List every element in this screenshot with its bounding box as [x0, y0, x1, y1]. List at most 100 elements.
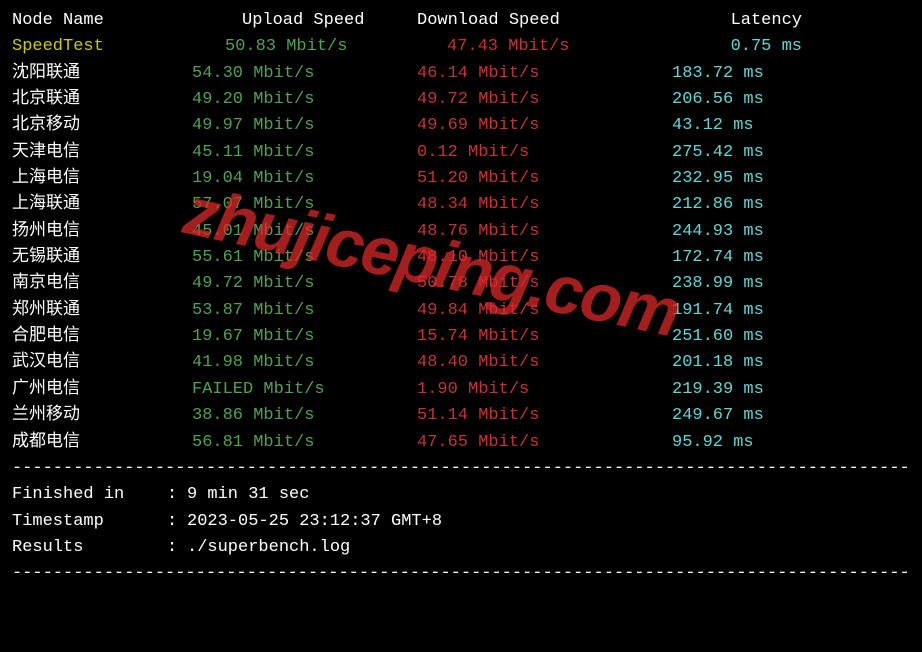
node-name: 天津电信: [12, 140, 192, 166]
upload-speed: 53.87 Mbit/s: [192, 298, 417, 324]
table-row: 扬州电信45.01 Mbit/s48.76 Mbit/s244.93 ms: [12, 219, 910, 245]
table-row: 天津电信45.11 Mbit/s0.12 Mbit/s275.42 ms: [12, 140, 910, 166]
table-row: 上海联通57.07 Mbit/s48.34 Mbit/s212.86 ms: [12, 192, 910, 218]
node-name: 无锡联通: [12, 245, 192, 271]
results-value: ./superbench.log: [187, 535, 350, 561]
download-speed: 51.20 Mbit/s: [417, 166, 672, 192]
latency: 183.72 ms: [672, 61, 812, 87]
upload-speed: 49.97 Mbit/s: [192, 113, 417, 139]
upload-speed: FAILED Mbit/s: [192, 377, 417, 403]
colon: :: [167, 482, 187, 508]
results-label: Results: [12, 535, 167, 561]
table-row: 南京电信49.72 Mbit/s50.78 Mbit/s238.99 ms: [12, 271, 910, 297]
node-name: 成都电信: [12, 430, 192, 456]
table-row: 合肥电信19.67 Mbit/s15.74 Mbit/s251.60 ms: [12, 324, 910, 350]
header-latency: Latency: [672, 8, 812, 34]
node-name: 上海电信: [12, 166, 192, 192]
node-name: 合肥电信: [12, 324, 192, 350]
header-node-name: Node Name: [12, 8, 192, 34]
download-speed: 48.76 Mbit/s: [417, 219, 672, 245]
node-name: 北京移动: [12, 113, 192, 139]
upload-speed: 49.72 Mbit/s: [192, 271, 417, 297]
latency: 191.74 ms: [672, 298, 812, 324]
upload-speed: 56.81 Mbit/s: [192, 430, 417, 456]
download-speed: 0.12 Mbit/s: [417, 140, 672, 166]
latency: 201.18 ms: [672, 350, 812, 376]
latency: 212.86 ms: [672, 192, 812, 218]
table-row: 北京移动49.97 Mbit/s49.69 Mbit/s43.12 ms: [12, 113, 910, 139]
node-name: 郑州联通: [12, 298, 192, 324]
timestamp-label: Timestamp: [12, 509, 167, 535]
colon: :: [167, 509, 187, 535]
upload-speed: 45.01 Mbit/s: [192, 219, 417, 245]
node-name: 兰州移动: [12, 403, 192, 429]
table-row: 武汉电信41.98 Mbit/s48.40 Mbit/s201.18 ms: [12, 350, 910, 376]
speedtest-row: SpeedTest 50.83 Mbit/s 47.43 Mbit/s 0.75…: [12, 34, 910, 60]
latency: 275.42 ms: [672, 140, 812, 166]
finished-value: 9 min 31 sec: [187, 482, 309, 508]
footer-finished: Finished in : 9 min 31 sec: [12, 482, 910, 508]
table-row: 广州电信FAILED Mbit/s1.90 Mbit/s219.39 ms: [12, 377, 910, 403]
upload-speed: 49.20 Mbit/s: [192, 87, 417, 113]
download-speed: 49.84 Mbit/s: [417, 298, 672, 324]
download-speed: 46.14 Mbit/s: [417, 61, 672, 87]
latency: 219.39 ms: [672, 377, 812, 403]
divider: ----------------------------------------…: [12, 456, 910, 482]
latency: 43.12 ms: [672, 113, 812, 139]
node-name: 上海联通: [12, 192, 192, 218]
node-name: 武汉电信: [12, 350, 192, 376]
divider: ----------------------------------------…: [12, 561, 910, 587]
footer-timestamp: Timestamp : 2023-05-25 23:12:37 GMT+8: [12, 509, 910, 535]
node-name: 北京联通: [12, 87, 192, 113]
speedtest-upload: 50.83 Mbit/s: [192, 34, 417, 60]
colon: :: [167, 535, 187, 561]
header-download: Download Speed: [417, 8, 672, 34]
node-name: 扬州电信: [12, 219, 192, 245]
node-name: 南京电信: [12, 271, 192, 297]
table-row: 上海电信19.04 Mbit/s51.20 Mbit/s232.95 ms: [12, 166, 910, 192]
table-row: 成都电信56.81 Mbit/s47.65 Mbit/s95.92 ms: [12, 430, 910, 456]
speedtest-latency: 0.75 ms: [672, 34, 812, 60]
footer: Finished in : 9 min 31 sec Timestamp : 2…: [12, 482, 910, 561]
timestamp-value: 2023-05-25 23:12:37 GMT+8: [187, 509, 442, 535]
download-speed: 51.14 Mbit/s: [417, 403, 672, 429]
latency: 238.99 ms: [672, 271, 812, 297]
table-row: 兰州移动38.86 Mbit/s51.14 Mbit/s249.67 ms: [12, 403, 910, 429]
upload-speed: 54.30 Mbit/s: [192, 61, 417, 87]
data-rows: 沈阳联通54.30 Mbit/s46.14 Mbit/s183.72 ms北京联…: [12, 61, 910, 456]
upload-speed: 19.67 Mbit/s: [192, 324, 417, 350]
latency: 244.93 ms: [672, 219, 812, 245]
download-speed: 15.74 Mbit/s: [417, 324, 672, 350]
download-speed: 50.78 Mbit/s: [417, 271, 672, 297]
footer-results: Results : ./superbench.log: [12, 535, 910, 561]
table-header: Node Name Upload Speed Download Speed La…: [12, 8, 910, 34]
table-row: 无锡联通55.61 Mbit/s48.10 Mbit/s172.74 ms: [12, 245, 910, 271]
upload-speed: 41.98 Mbit/s: [192, 350, 417, 376]
download-speed: 48.40 Mbit/s: [417, 350, 672, 376]
speedtest-download: 47.43 Mbit/s: [417, 34, 672, 60]
download-speed: 49.72 Mbit/s: [417, 87, 672, 113]
download-speed: 49.69 Mbit/s: [417, 113, 672, 139]
node-name: 沈阳联通: [12, 61, 192, 87]
upload-speed: 57.07 Mbit/s: [192, 192, 417, 218]
latency: 249.67 ms: [672, 403, 812, 429]
download-speed: 47.65 Mbit/s: [417, 430, 672, 456]
download-speed: 1.90 Mbit/s: [417, 377, 672, 403]
upload-speed: 55.61 Mbit/s: [192, 245, 417, 271]
table-row: 北京联通49.20 Mbit/s49.72 Mbit/s206.56 ms: [12, 87, 910, 113]
download-speed: 48.10 Mbit/s: [417, 245, 672, 271]
latency: 251.60 ms: [672, 324, 812, 350]
latency: 95.92 ms: [672, 430, 812, 456]
upload-speed: 38.86 Mbit/s: [192, 403, 417, 429]
upload-speed: 19.04 Mbit/s: [192, 166, 417, 192]
latency: 172.74 ms: [672, 245, 812, 271]
upload-speed: 45.11 Mbit/s: [192, 140, 417, 166]
download-speed: 48.34 Mbit/s: [417, 192, 672, 218]
finished-label: Finished in: [12, 482, 167, 508]
header-upload: Upload Speed: [192, 8, 417, 34]
table-row: 郑州联通53.87 Mbit/s49.84 Mbit/s191.74 ms: [12, 298, 910, 324]
latency: 206.56 ms: [672, 87, 812, 113]
node-name: 广州电信: [12, 377, 192, 403]
speedtest-label: SpeedTest: [12, 34, 192, 60]
table-row: 沈阳联通54.30 Mbit/s46.14 Mbit/s183.72 ms: [12, 61, 910, 87]
